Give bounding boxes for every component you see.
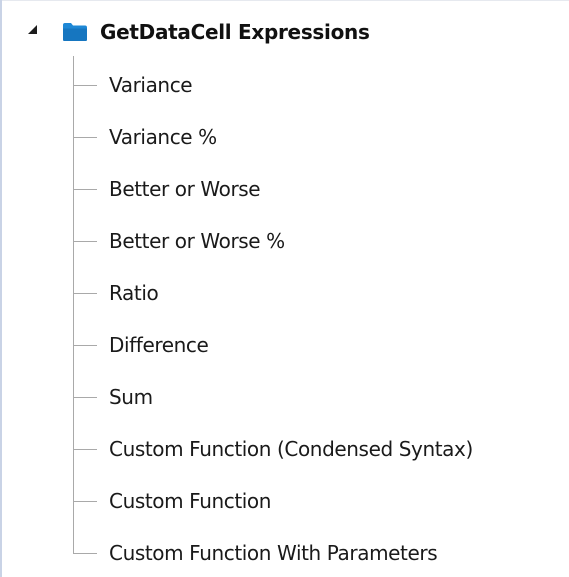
tree-node-root[interactable]: GetDataCell Expressions bbox=[0, 14, 560, 52]
tree-item-sum[interactable]: Sum bbox=[73, 378, 563, 418]
tree-item-variance[interactable]: Variance bbox=[73, 66, 563, 106]
tree-item-label[interactable]: Sum bbox=[109, 383, 153, 411]
tree-item-label[interactable]: Custom Function With Parameters bbox=[109, 539, 438, 567]
tree-item-better-or-worse-percent[interactable]: Better or Worse % bbox=[73, 222, 563, 262]
tree-item-label[interactable]: Better or Worse bbox=[109, 175, 261, 203]
tree-item-custom-function-condensed[interactable]: Custom Function (Condensed Syntax) bbox=[73, 430, 563, 470]
folder-icon-graphic bbox=[63, 23, 87, 41]
tree-item-difference[interactable]: Difference bbox=[73, 326, 563, 366]
tree-branch-line bbox=[73, 189, 97, 190]
tree-branch-line bbox=[73, 397, 97, 398]
tree-branch-line bbox=[73, 449, 97, 450]
tree-branch-line bbox=[73, 345, 97, 346]
tree-item-label[interactable]: Variance bbox=[109, 71, 193, 99]
tree-item-label[interactable]: Variance % bbox=[109, 123, 217, 151]
tree-branch-line bbox=[73, 501, 97, 502]
tree-branch-line bbox=[73, 553, 97, 554]
tree-item-better-or-worse[interactable]: Better or Worse bbox=[73, 170, 563, 210]
tree-branch-line bbox=[73, 241, 97, 242]
tree-item-label[interactable]: Better or Worse % bbox=[109, 227, 285, 255]
tree-item-custom-function[interactable]: Custom Function bbox=[73, 482, 563, 522]
expand-collapse-triangle-icon[interactable] bbox=[28, 25, 37, 34]
tree-item-label[interactable]: Custom Function bbox=[109, 487, 271, 515]
folder-icon bbox=[62, 22, 88, 42]
tree-item-ratio[interactable]: Ratio bbox=[73, 274, 563, 314]
tree-item-label[interactable]: Custom Function (Condensed Syntax) bbox=[109, 435, 473, 463]
tree-item-label[interactable]: Ratio bbox=[109, 279, 159, 307]
tree-item-label[interactable]: Difference bbox=[109, 331, 209, 359]
tree-branch-line bbox=[73, 85, 97, 86]
tree-item-custom-function-with-parameters[interactable]: Custom Function With Parameters bbox=[73, 534, 563, 574]
tree-branch-line bbox=[73, 137, 97, 138]
tree-branch-line bbox=[73, 293, 97, 294]
tree-node-root-label[interactable]: GetDataCell Expressions bbox=[100, 18, 370, 46]
tree-item-variance-percent[interactable]: Variance % bbox=[73, 118, 563, 158]
tree-view: GetDataCell Expressions Variance Varianc… bbox=[0, 0, 569, 577]
